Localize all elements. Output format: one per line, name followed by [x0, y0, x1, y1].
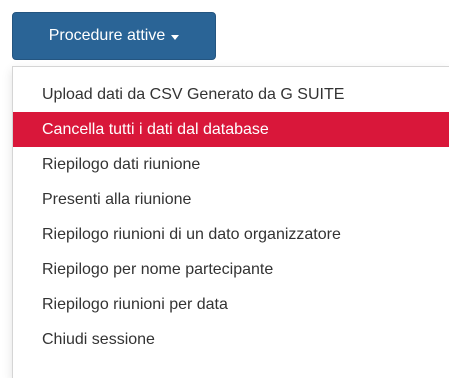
dropdown-menu: Upload dati da CSV Generato da G SUITE C… — [12, 66, 449, 378]
app-root: Procedure attive Upload dati da CSV Gene… — [0, 0, 449, 378]
menu-item-upload-csv[interactable]: Upload dati da CSV Generato da G SUITE — [13, 77, 449, 112]
dropdown-label: Procedure attive — [48, 27, 166, 44]
menu-item-riepilogo-data[interactable]: Riepilogo riunioni per data — [13, 287, 449, 322]
menu-item-presenti-riunione[interactable]: Presenti alla riunione — [13, 182, 449, 217]
dropdown-menu-list: Upload dati da CSV Generato da G SUITE C… — [13, 77, 449, 357]
menu-item-riepilogo-organizzatore[interactable]: Riepilogo riunioni di un dato organizzat… — [13, 217, 449, 252]
menu-item-chiudi-sessione[interactable]: Chiudi sessione — [13, 322, 449, 357]
menu-item-riepilogo-dati-riunione[interactable]: Riepilogo dati riunione — [13, 147, 449, 182]
menu-item-riepilogo-partecipante[interactable]: Riepilogo per nome partecipante — [13, 252, 449, 287]
menu-item-cancella-dati[interactable]: Cancella tutti i dati dal database — [13, 112, 449, 147]
procedure-attive-dropdown-button[interactable]: Procedure attive — [12, 12, 216, 60]
caret-down-icon — [171, 34, 180, 40]
